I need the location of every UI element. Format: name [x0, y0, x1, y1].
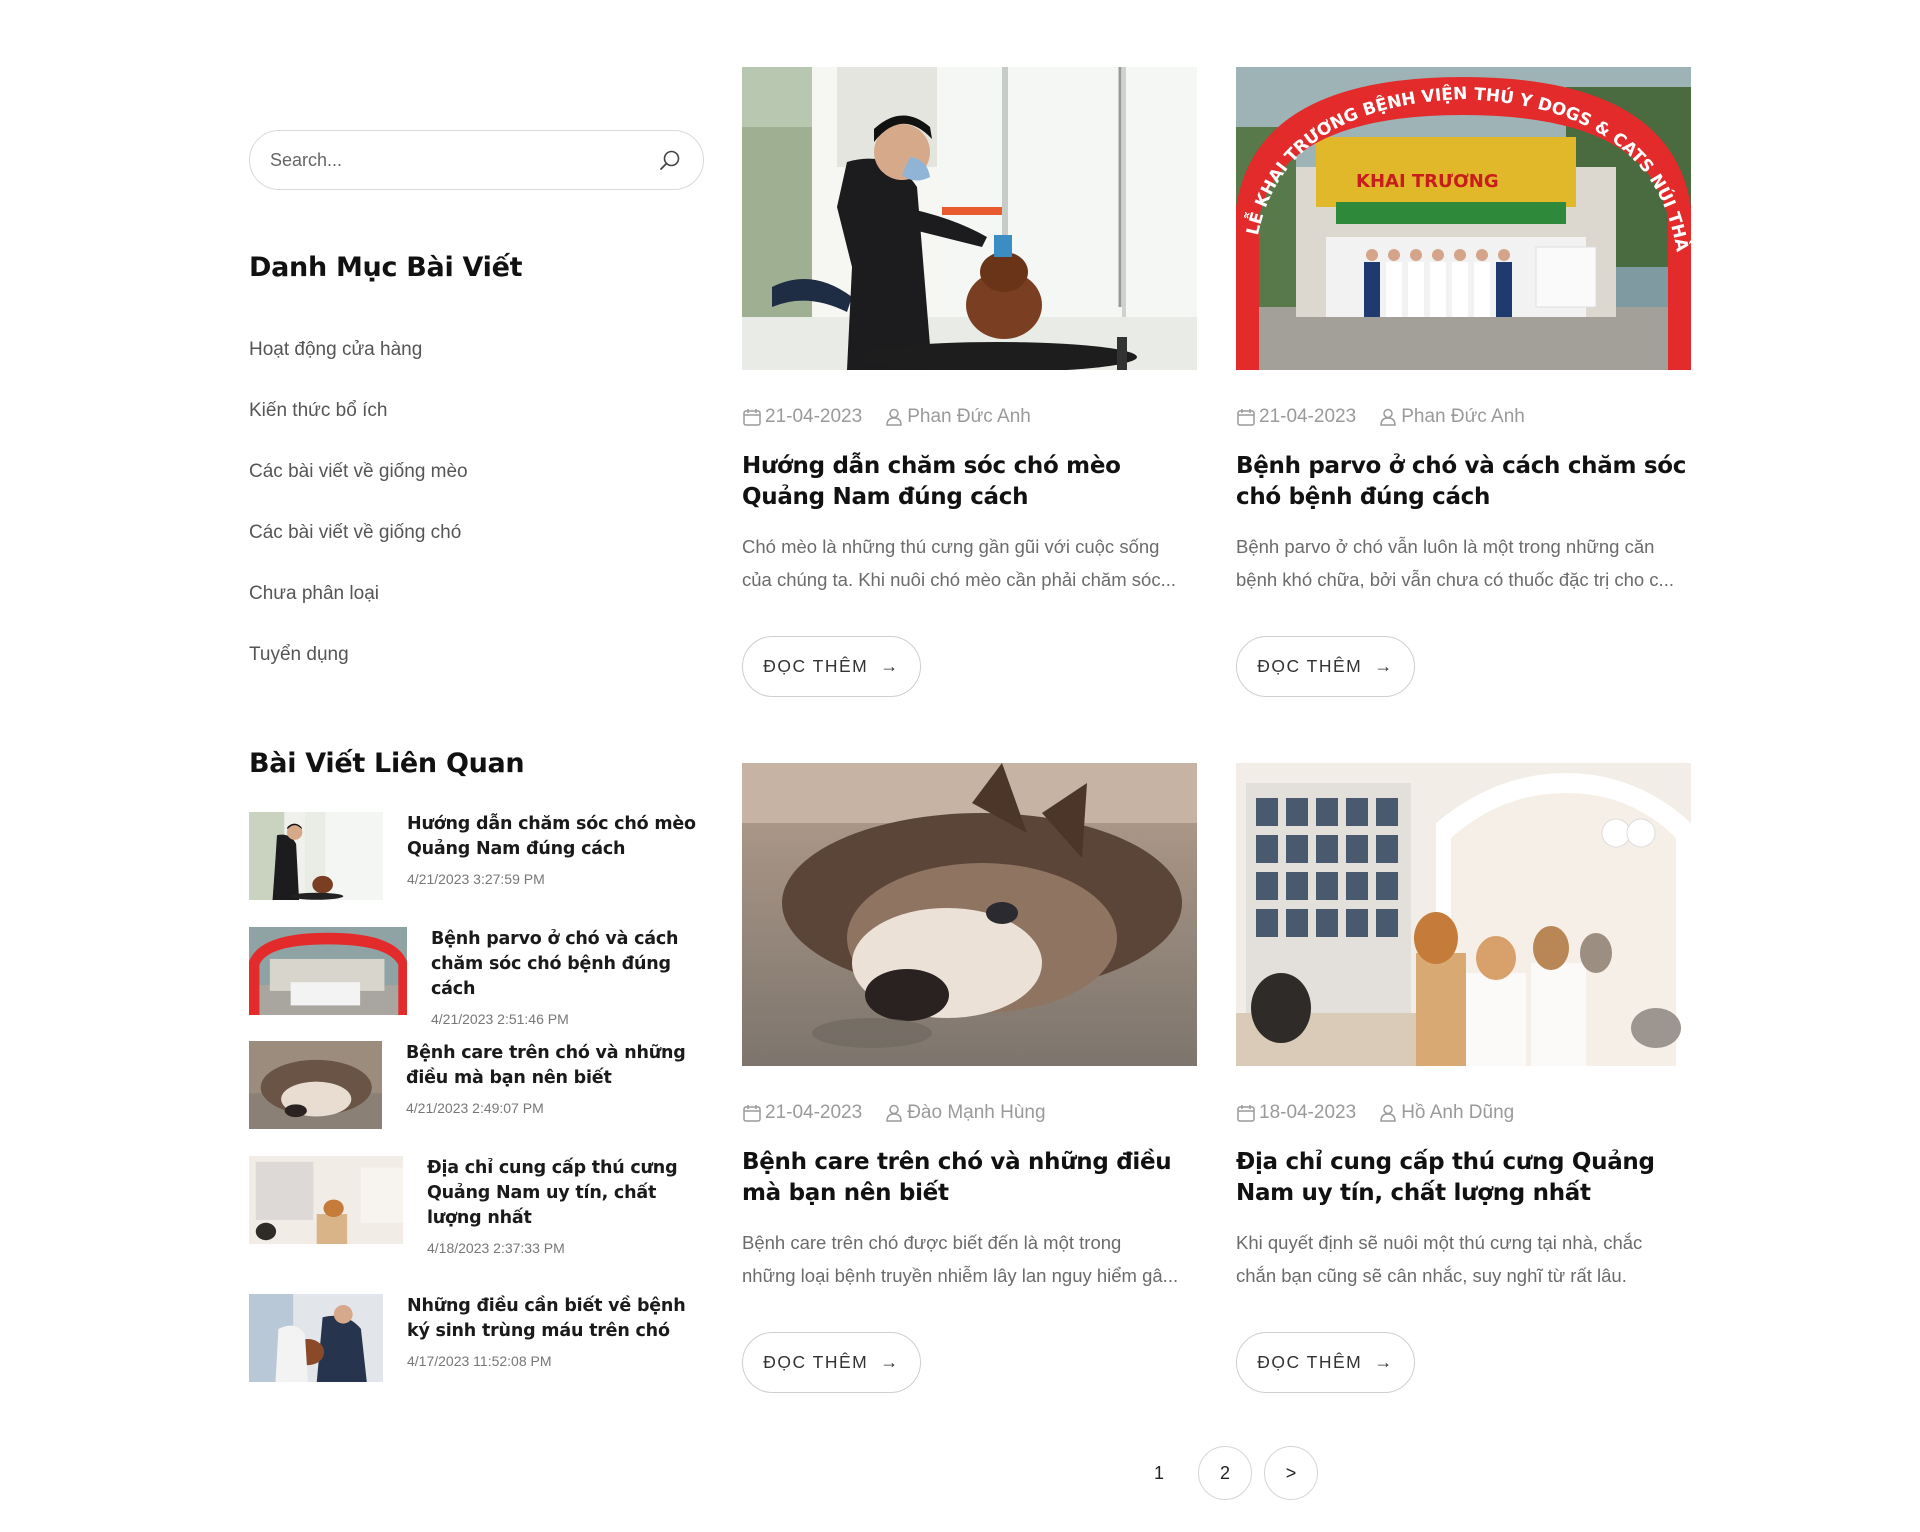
related-heading: Bài Viết Liên Quan: [249, 748, 525, 779]
category-link[interactable]: Các bài viết về giống mèo: [249, 454, 468, 515]
calendar-icon: [743, 409, 761, 426]
user-icon: [1380, 408, 1396, 426]
related-post[interactable]: Bệnh care trên chó và những điều mà bạn …: [249, 1041, 696, 1129]
post-card: KHAI TRƯƠNG LỄ KHAI TRƯƠNG BỆNH VIỆN THÚ…: [1236, 67, 1691, 697]
post-excerpt: Bệnh parvo ở chó vẫn luôn là một trong n…: [1236, 536, 1674, 590]
post-image[interactable]: [1236, 763, 1691, 1066]
user-icon: [886, 1104, 902, 1122]
search-icon[interactable]: [659, 149, 681, 171]
post-meta: 21-04-2023 Đào Mạnh Hùng: [742, 1102, 1197, 1124]
related-post-date: 4/21/2023 2:51:46 PM: [431, 1011, 569, 1027]
related-post-date: 4/18/2023 2:37:33 PM: [427, 1240, 565, 1256]
related-post[interactable]: Bệnh parvo ở chó và cách chăm sóc chó bệ…: [249, 927, 697, 1027]
page-2-button[interactable]: 2: [1198, 1446, 1252, 1500]
category-list: Hoạt động cửa hàng Kiến thức bổ ích Các …: [249, 332, 468, 698]
related-post-title[interactable]: Hướng dẫn chăm sóc chó mèo Quảng Nam đún…: [407, 812, 697, 862]
categories-heading: Danh Mục Bài Viết: [249, 252, 523, 283]
related-thumbnail[interactable]: [249, 1294, 383, 1382]
post-card: 21-04-2023 Phan Đức Anh Hướng dẫn chăm s…: [742, 67, 1197, 697]
category-link[interactable]: Kiến thức bổ ích: [249, 393, 468, 454]
related-post[interactable]: Hướng dẫn chăm sóc chó mèo Quảng Nam đún…: [249, 812, 697, 900]
calendar-icon: [743, 1105, 761, 1122]
post-date: 21-04-2023: [1236, 406, 1356, 428]
related-post-date: 4/21/2023 3:27:59 PM: [407, 871, 545, 887]
category-link[interactable]: Chưa phân loại: [249, 576, 468, 637]
post-author[interactable]: Hồ Anh Dũng: [1378, 1102, 1514, 1124]
category-link[interactable]: Tuyển dụng: [249, 637, 468, 698]
post-excerpt: Khi quyết định sẽ nuôi một thú cưng tại …: [1236, 1232, 1643, 1286]
post-date: 21-04-2023: [742, 406, 862, 428]
page-1-button[interactable]: 1: [1132, 1446, 1186, 1500]
related-thumbnail[interactable]: [249, 1156, 403, 1244]
post-meta: 18-04-2023 Hồ Anh Dũng: [1236, 1102, 1691, 1124]
calendar-icon: [1237, 1105, 1255, 1122]
search-input[interactable]: [270, 149, 659, 171]
post-title[interactable]: Hướng dẫn chăm sóc chó mèo Quảng Nam đún…: [742, 451, 1197, 513]
post-title[interactable]: Bệnh care trên chó và những điều mà bạn …: [742, 1147, 1197, 1209]
category-link[interactable]: Các bài viết về giống chó: [249, 515, 468, 576]
post-excerpt: Bệnh care trên chó được biết đến là một …: [742, 1232, 1179, 1286]
arrow-right-icon: →: [1374, 1352, 1394, 1372]
related-post[interactable]: Địa chỉ cung cấp thú cưng Quảng Nam uy t…: [249, 1156, 697, 1256]
related-thumbnail[interactable]: [249, 812, 383, 900]
related-post-date: 4/21/2023 2:49:07 PM: [406, 1100, 544, 1116]
read-more-button[interactable]: ĐỌC THÊM →: [1236, 636, 1415, 697]
post-author[interactable]: Đào Mạnh Hùng: [884, 1102, 1046, 1124]
post-card: 18-04-2023 Hồ Anh Dũng Địa chỉ cung cấp …: [1236, 763, 1691, 1393]
pagination: 1 2 >: [1132, 1446, 1330, 1500]
arrow-right-icon: →: [880, 1352, 900, 1372]
read-more-button[interactable]: ĐỌC THÊM →: [742, 636, 921, 697]
related-post-title[interactable]: Địa chỉ cung cấp thú cưng Quảng Nam uy t…: [427, 1156, 697, 1231]
post-date: 18-04-2023: [1236, 1102, 1356, 1124]
post-author[interactable]: Phan Đức Anh: [1378, 406, 1525, 428]
related-thumbnail[interactable]: [249, 1041, 382, 1129]
post-card: 21-04-2023 Đào Mạnh Hùng Bệnh care trên …: [742, 763, 1197, 1393]
post-image[interactable]: [742, 67, 1197, 370]
related-post[interactable]: Những điều cần biết về bệnh ký sinh trùn…: [249, 1294, 697, 1382]
related-thumbnail[interactable]: [249, 927, 407, 1015]
post-image[interactable]: [742, 763, 1197, 1066]
user-icon: [886, 408, 902, 426]
user-icon: [1380, 1104, 1396, 1122]
read-more-button[interactable]: ĐỌC THÊM →: [1236, 1332, 1415, 1393]
post-meta: 21-04-2023 Phan Đức Anh: [1236, 406, 1691, 428]
banner-sign-text: KHAI TRƯƠNG: [1356, 171, 1499, 192]
next-page-button[interactable]: >: [1264, 1446, 1318, 1500]
read-more-button[interactable]: ĐỌC THÊM →: [742, 1332, 921, 1393]
search-box: [249, 130, 704, 190]
post-title[interactable]: Bệnh parvo ở chó và cách chăm sóc chó bệ…: [1236, 451, 1691, 513]
post-date: 21-04-2023: [742, 1102, 862, 1124]
post-author[interactable]: Phan Đức Anh: [884, 406, 1031, 428]
post-meta: 21-04-2023 Phan Đức Anh: [742, 406, 1197, 428]
post-excerpt: Chó mèo là những thú cưng gần gũi với cu…: [742, 536, 1176, 590]
related-post-title[interactable]: Bệnh parvo ở chó và cách chăm sóc chó bệ…: [431, 927, 697, 1002]
post-title[interactable]: Địa chỉ cung cấp thú cưng Quảng Nam uy t…: [1236, 1147, 1691, 1209]
post-image[interactable]: KHAI TRƯƠNG LỄ KHAI TRƯƠNG BỆNH VIỆN THÚ…: [1236, 67, 1691, 370]
category-link[interactable]: Hoạt động cửa hàng: [249, 332, 468, 393]
related-post-title[interactable]: Bệnh care trên chó và những điều mà bạn …: [406, 1041, 696, 1091]
related-post-title[interactable]: Những điều cần biết về bệnh ký sinh trùn…: [407, 1294, 697, 1344]
arrow-right-icon: →: [880, 656, 900, 676]
related-post-date: 4/17/2023 11:52:08 PM: [407, 1353, 552, 1369]
calendar-icon: [1237, 409, 1255, 426]
arrow-right-icon: →: [1374, 656, 1394, 676]
